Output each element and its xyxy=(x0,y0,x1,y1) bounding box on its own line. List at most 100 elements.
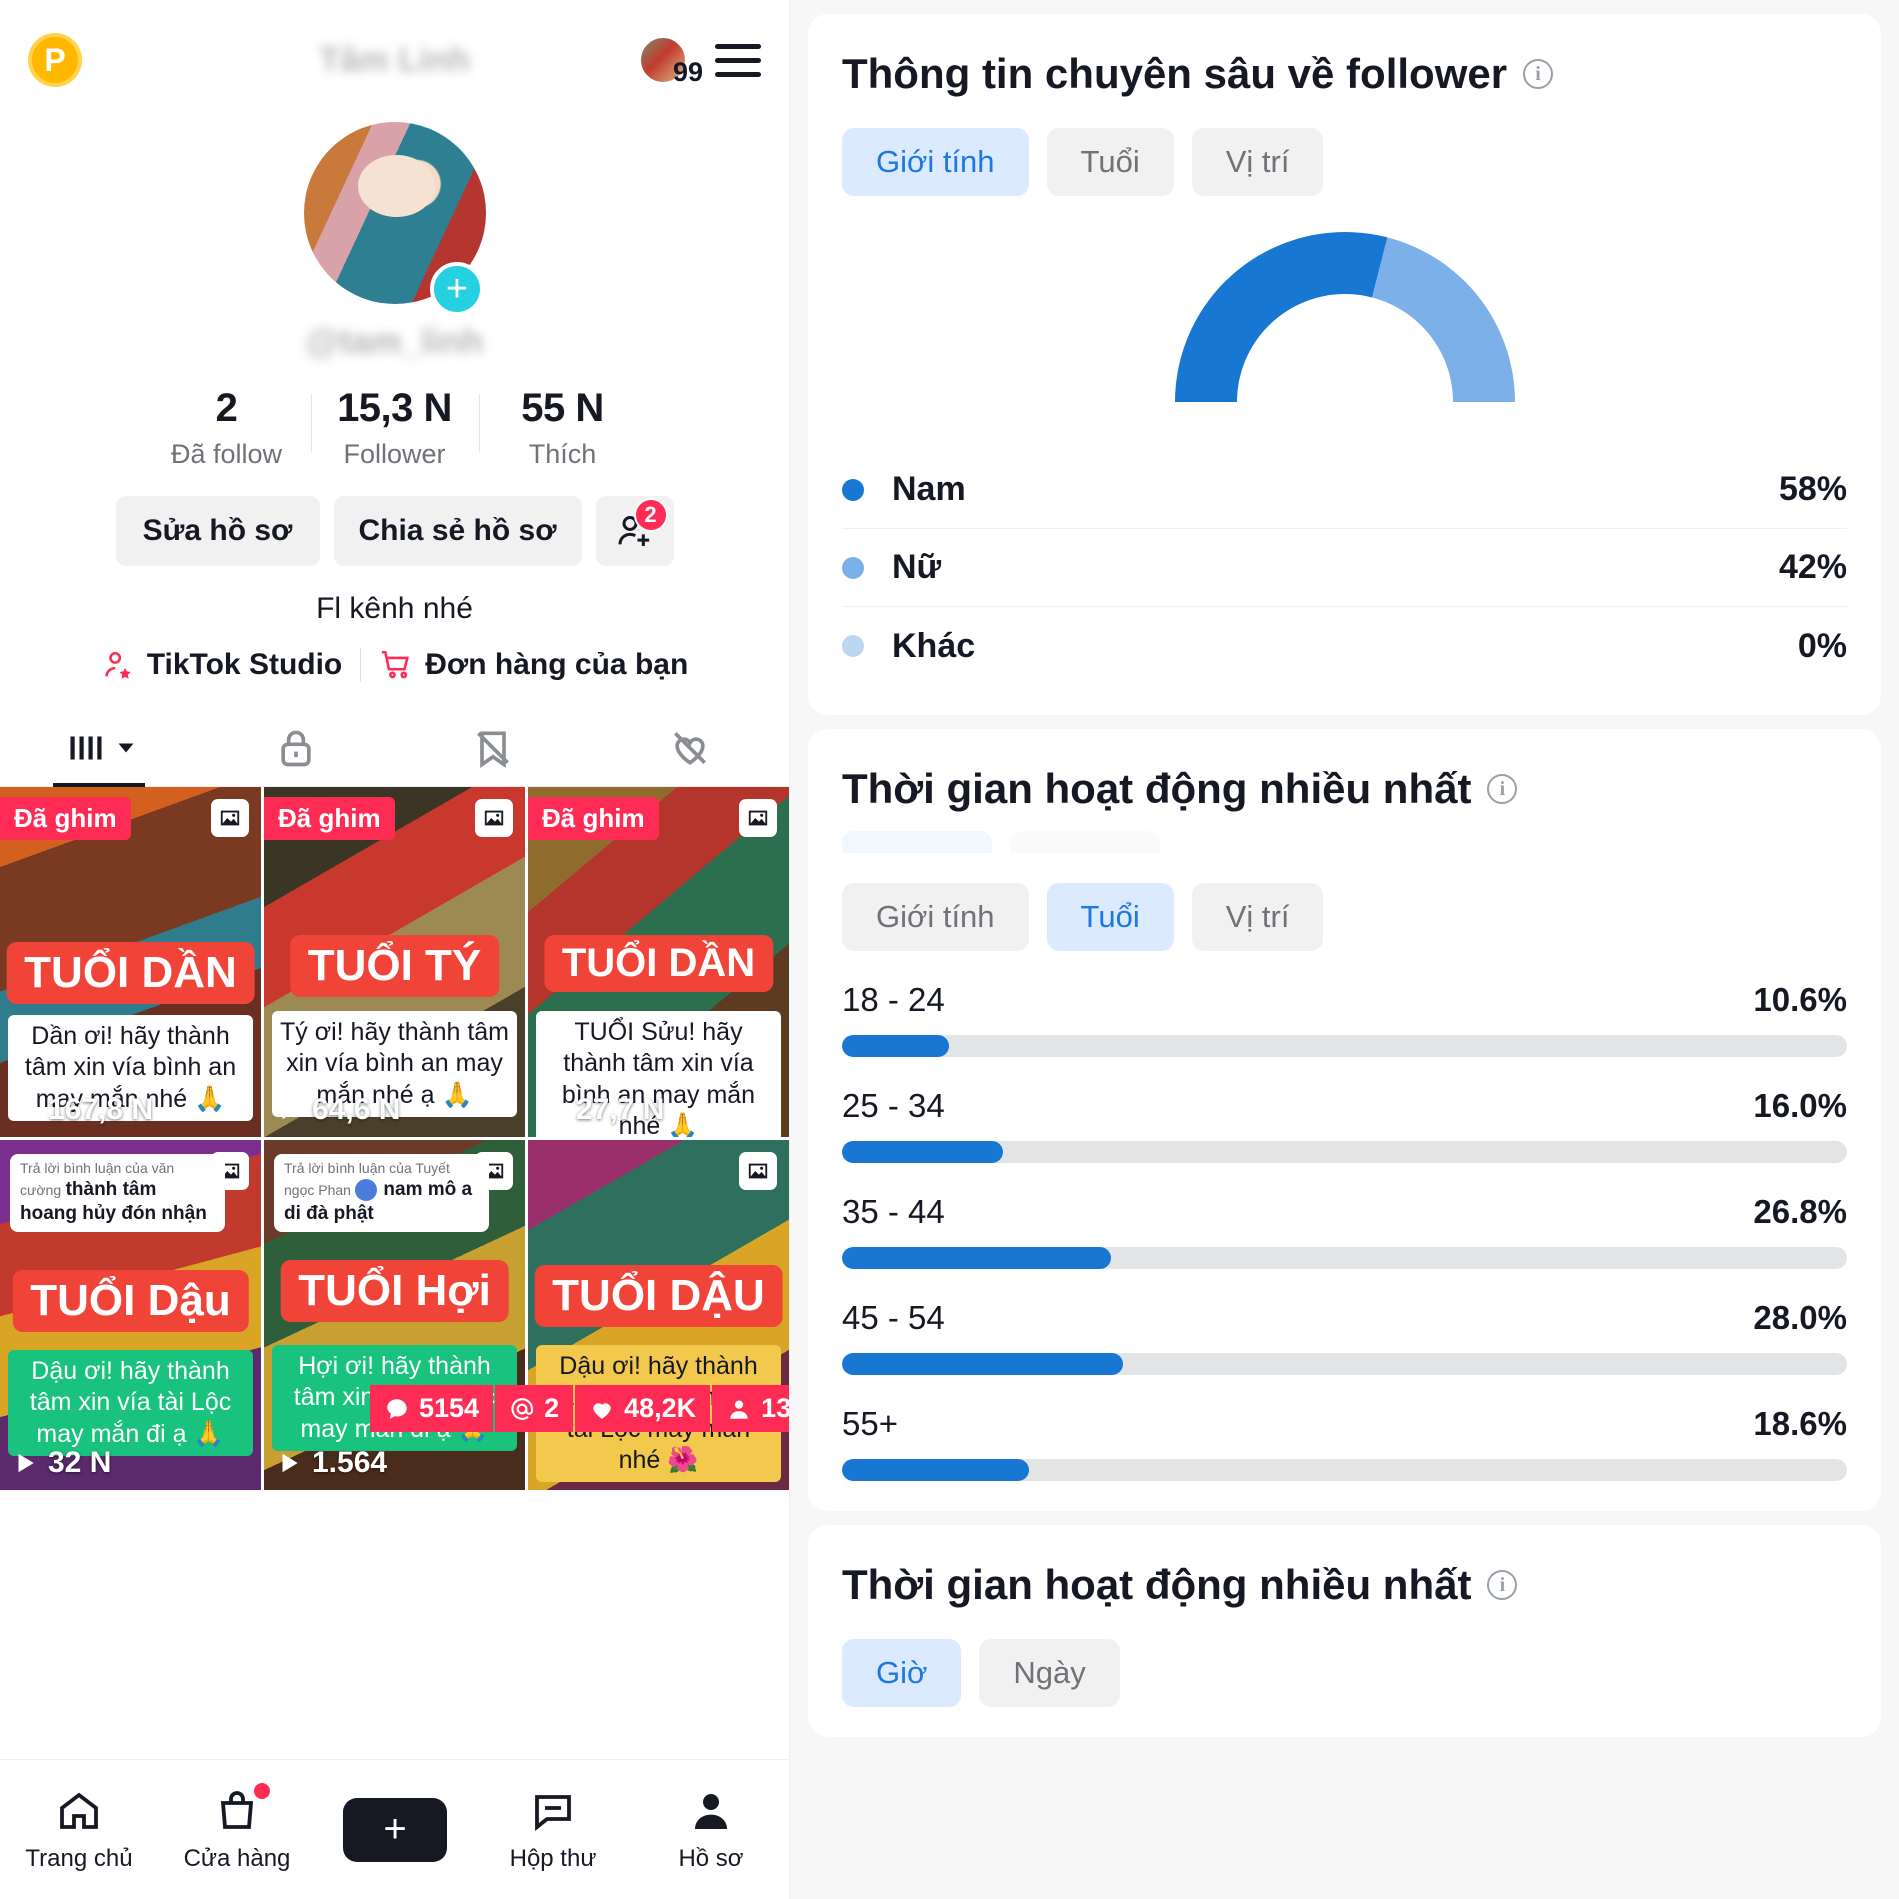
nav-shop-label: Cửa hàng xyxy=(183,1844,291,1872)
age-label: 35 - 44 xyxy=(842,1193,945,1230)
legend-label: Nữ xyxy=(892,548,942,586)
video-cell[interactable]: TUỔI DẬU Dậu ơi! hãy thành tâm xin vía b… xyxy=(528,1140,789,1490)
stat-likes[interactable]: 55 N Thích xyxy=(478,386,647,470)
like-stat-chip: 48,2K xyxy=(575,1385,711,1432)
nav-shop-dot xyxy=(254,1782,270,1799)
video-cell[interactable]: Trả lời bình luận của Tuyết ngọc Phan na… xyxy=(264,1140,525,1490)
rewards-coin-icon[interactable]: P xyxy=(28,33,82,87)
active-hours-card: Thời gian hoạt động nhiều nhất i Giờ Ngà… xyxy=(808,1525,1881,1737)
video-cell[interactable]: Đã ghim TUỔI DẦN TUỔI Sửu! hãy thành tâm… xyxy=(528,787,789,1137)
age-label: 55+ xyxy=(842,1405,898,1442)
stat-value: 15,3 N xyxy=(337,386,452,430)
legend-label: Nam xyxy=(892,470,966,508)
avatar-container: + xyxy=(0,122,789,316)
view-count-text: 32 N xyxy=(48,1446,112,1479)
age-label: 45 - 54 xyxy=(842,1299,945,1336)
stat-following[interactable]: 2 Đã follow xyxy=(143,386,311,470)
bookmark-off-icon xyxy=(477,731,510,769)
info-icon[interactable]: i xyxy=(1487,1570,1518,1600)
age-row: 25 - 34 16.0% xyxy=(842,1087,1847,1163)
video-cell[interactable]: Đã ghim TUỔI TÝ Tý ơi! hãy thành tâm xin… xyxy=(264,787,525,1137)
profile-links: TikTok Studio Đơn hàng của bạn xyxy=(0,648,789,682)
age-fill xyxy=(842,1141,1003,1163)
viewer-count: 13,2K xyxy=(761,1393,790,1423)
tab-liked[interactable] xyxy=(592,710,789,786)
play-icon xyxy=(282,1100,298,1120)
legend-dot xyxy=(842,635,864,657)
add-story-plus-icon[interactable]: + xyxy=(430,262,484,316)
tab-location[interactable]: Vị trí xyxy=(1191,883,1324,951)
most-active-time-title: Thời gian hoạt động nhiều nhất i xyxy=(842,765,1847,813)
viewer-stat-chip: 13,2K xyxy=(712,1385,790,1432)
nav-profile-label: Hồ sơ xyxy=(678,1844,744,1872)
video-title-overlay: TUỔI DẦN xyxy=(543,935,774,992)
story-count: 99 xyxy=(672,57,703,87)
add-friends-button[interactable]: 2 xyxy=(595,496,674,566)
person-star-icon xyxy=(105,651,131,679)
share-profile-button[interactable]: Chia sẻ hồ sơ xyxy=(333,496,582,566)
pinned-badge: Đã ghim xyxy=(264,797,395,840)
tiktok-studio-label: TikTok Studio xyxy=(146,648,343,681)
your-orders-link[interactable]: Đơn hàng của bạn xyxy=(379,648,688,682)
video-view-count: 27,7 N xyxy=(540,1093,664,1127)
nav-shop[interactable]: Cửa hàng xyxy=(158,1782,316,1873)
gender-gauge-chart xyxy=(842,232,1847,407)
cart-icon xyxy=(382,650,410,679)
nav-create[interactable]: + xyxy=(316,1797,474,1862)
active-hours-title: Thời gian hoạt động nhiều nhất i xyxy=(842,1561,1847,1609)
nav-profile[interactable]: Hồ sơ xyxy=(632,1787,789,1873)
title-text: Thời gian hoạt động nhiều nhất xyxy=(842,765,1472,812)
comment-stat-chip: 5154 xyxy=(370,1385,494,1432)
pinned-badge: Đã ghim xyxy=(528,797,659,840)
bottom-navigation: Trang chủ Cửa hàng + Hộp thư Hồ sơ xyxy=(0,1759,789,1899)
tab-hour[interactable]: Giờ xyxy=(842,1639,962,1707)
hamburger-icon[interactable] xyxy=(715,43,761,77)
video-cell[interactable]: Đã ghim TUỔI DẦN Dần ơi! hãy thành tâm x… xyxy=(0,787,261,1137)
video-cell[interactable]: Trả lời bình luận của văn cường thành tâ… xyxy=(0,1140,261,1490)
heart-shield-icon xyxy=(674,732,707,765)
info-icon[interactable]: i xyxy=(1487,774,1518,804)
legend-dot xyxy=(842,478,864,501)
follower-insight-card: Thông tin chuyên sâu về follower i Giới … xyxy=(808,14,1881,715)
age-track xyxy=(842,1035,1847,1057)
age-track xyxy=(842,1247,1847,1269)
ghost-tabs-peek xyxy=(842,831,1847,853)
play-icon xyxy=(18,1100,34,1120)
topbar-right-group: 99 xyxy=(639,36,761,87)
age-fill xyxy=(842,1247,1112,1269)
activity-tabs: Giới tính Tuổi Vị trí xyxy=(842,883,1847,951)
age-value: 28.0% xyxy=(1753,1299,1847,1336)
tab-gender[interactable]: Giới tính xyxy=(842,883,1029,951)
gender-legend: Nam 58% Nữ 42% Khác 0% xyxy=(842,451,1847,685)
play-icon xyxy=(546,1100,562,1120)
legend-row: Nữ 42% xyxy=(842,529,1847,607)
nav-home[interactable]: Trang chủ xyxy=(0,1787,158,1873)
inbox-icon xyxy=(535,1794,571,1831)
tiktok-studio-link[interactable]: TikTok Studio xyxy=(101,648,343,682)
nav-inbox[interactable]: Hộp thư xyxy=(474,1787,632,1873)
tab-age[interactable]: Tuổi xyxy=(1046,128,1174,196)
stat-followers[interactable]: 15,3 N Follower xyxy=(310,386,479,470)
legend-label: Khác xyxy=(892,626,976,665)
edit-profile-button[interactable]: Sửa hồ sơ xyxy=(115,496,320,566)
legend-row: Khác 0% xyxy=(842,607,1847,685)
video-view-count: 167,8 N xyxy=(12,1093,153,1127)
profile-bio: Fl kênh nhé xyxy=(316,592,473,625)
tab-location[interactable]: Vị trí xyxy=(1191,128,1324,196)
tab-gender[interactable]: Giới tính xyxy=(842,128,1029,196)
tab-posts[interactable] xyxy=(0,710,197,786)
tab-age[interactable]: Tuổi xyxy=(1046,883,1174,951)
nav-inbox-label: Hộp thư xyxy=(509,1844,597,1872)
tab-saved[interactable] xyxy=(395,710,592,786)
age-fill xyxy=(842,1353,1124,1375)
story-avatar[interactable]: 99 xyxy=(639,36,703,87)
info-icon[interactable]: i xyxy=(1523,59,1554,89)
video-view-count: 1.564 xyxy=(276,1446,387,1480)
like-count: 48,2K xyxy=(624,1393,697,1423)
tab-private[interactable] xyxy=(197,710,394,786)
tab-day[interactable]: Ngày xyxy=(979,1639,1120,1707)
stat-label: Follower xyxy=(343,439,446,469)
age-value: 10.6% xyxy=(1753,981,1847,1018)
create-plus-icon[interactable]: + xyxy=(335,1797,455,1862)
gauge xyxy=(1174,232,1515,407)
